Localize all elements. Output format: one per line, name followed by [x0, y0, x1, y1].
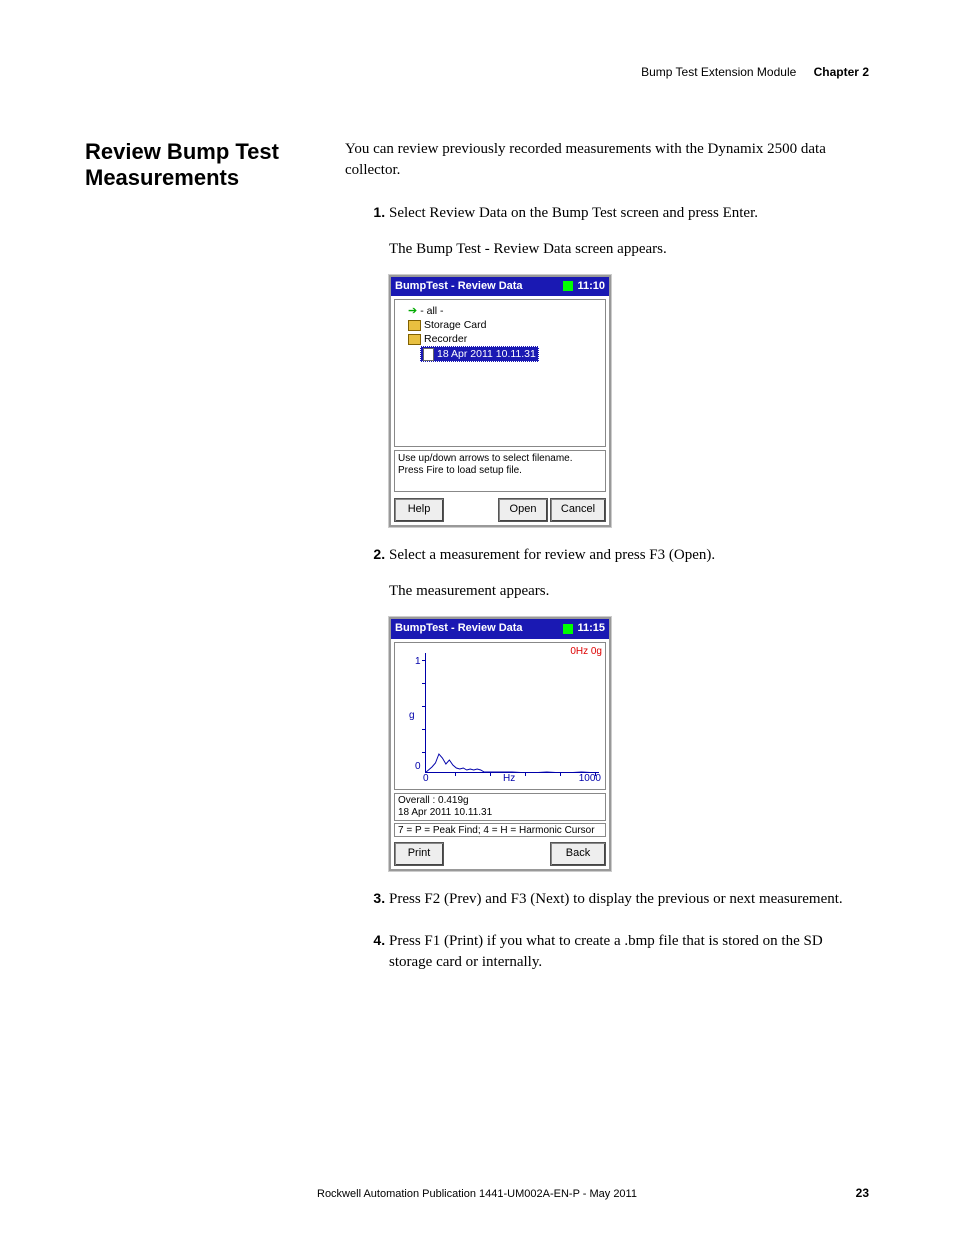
- device-screenshot-2: BumpTest - Review Data 11:15 0Hz 0g 1 g …: [389, 617, 611, 871]
- battery-icon: [563, 281, 573, 291]
- tree-recorder-label: Recorder: [424, 332, 467, 346]
- chapter-label: Chapter 2: [814, 65, 869, 79]
- cancel-button[interactable]: Cancel: [550, 498, 606, 522]
- module-name: Bump Test Extension Module: [641, 65, 796, 79]
- ytick-1: 1: [415, 655, 421, 670]
- open-button[interactable]: Open: [498, 498, 548, 522]
- device1-time: 11:10: [577, 279, 605, 295]
- device2-titlebar: BumpTest - Review Data 11:15: [391, 619, 609, 639]
- folder-icon: [408, 320, 421, 331]
- device1-buttons: Help Open Cancel: [391, 495, 609, 525]
- step-3-text: Press F2 (Prev) and F3 (Next) to display…: [389, 889, 869, 911]
- tree-file-selected[interactable]: 18 Apr 2011 10.11.31: [398, 346, 602, 365]
- device1-hint: Use up/down arrows to select filename. P…: [394, 450, 606, 492]
- step-1: Select Review Data on the Bump Test scre…: [389, 203, 869, 527]
- page-number: 23: [856, 1186, 869, 1200]
- tree-storage-label: Storage Card: [424, 318, 486, 332]
- spectrum-plot: 0Hz 0g 1 g 0: [394, 642, 606, 790]
- tree-storage[interactable]: Storage Card: [398, 318, 602, 332]
- xlabel-hz: Hz: [503, 772, 515, 787]
- device2-title: BumpTest - Review Data: [395, 621, 523, 637]
- device1-titlebar: BumpTest - Review Data 11:10: [391, 277, 609, 297]
- key-hint: 7 = P = Peak Find; 4 = H = Harmonic Curs…: [394, 823, 606, 837]
- hint-line-1: Use up/down arrows to select filename.: [398, 453, 602, 465]
- device-screenshot-1: BumpTest - Review Data 11:10 ➔ - all -: [389, 275, 611, 528]
- battery-icon: [563, 624, 573, 634]
- back-button[interactable]: Back: [550, 842, 606, 866]
- file-tree: ➔ - all - Storage Card Recorder: [394, 299, 606, 447]
- page-header: Bump Test Extension Module Chapter 2: [85, 65, 869, 79]
- xtick-1000: 1000: [579, 772, 601, 787]
- device1-title: BumpTest - Review Data: [395, 279, 523, 295]
- spectrum-line: [425, 647, 599, 773]
- tree-all[interactable]: ➔ - all -: [398, 304, 602, 318]
- overall-info: Overall : 0.419g 18 Apr 2011 10.11.31: [394, 793, 606, 821]
- help-button[interactable]: Help: [394, 498, 444, 522]
- tree-all-label: - all -: [420, 304, 443, 318]
- folder-icon: [408, 334, 421, 345]
- hint-line-2: Press Fire to load setup file.: [398, 465, 602, 477]
- ylabel-g: g: [409, 709, 415, 724]
- step-4-text: Press F1 (Print) if you what to create a…: [389, 931, 869, 975]
- step-3: Press F2 (Prev) and F3 (Next) to display…: [389, 889, 869, 911]
- file-icon: [423, 348, 434, 361]
- intro-text: You can review previously recorded measu…: [345, 139, 869, 181]
- section-title: Review Bump Test Measurements: [85, 139, 315, 986]
- step-2: Select a measurement for review and pres…: [389, 545, 869, 870]
- tree-file-label: 18 Apr 2011 10.11.31: [437, 347, 536, 361]
- arrow-icon: ➔: [408, 304, 417, 318]
- device2-time: 11:15: [577, 621, 605, 637]
- step-1-text: Select Review Data on the Bump Test scre…: [389, 205, 758, 221]
- step-2-text: Select a measurement for review and pres…: [389, 547, 715, 563]
- footer-publication: Rockwell Automation Publication 1441-UM0…: [0, 1188, 954, 1200]
- tree-recorder[interactable]: Recorder: [398, 332, 602, 346]
- measurement-timestamp: 18 Apr 2011 10.11.31: [398, 807, 602, 819]
- print-button[interactable]: Print: [394, 842, 444, 866]
- step-4: Press F1 (Print) if you what to create a…: [389, 931, 869, 975]
- xtick-0: 0: [423, 772, 429, 787]
- step-1-after: The Bump Test - Review Data screen appea…: [389, 239, 869, 261]
- overall-value: Overall : 0.419g: [398, 795, 602, 807]
- ytick-0: 0: [415, 760, 421, 775]
- device2-buttons: Print Back: [391, 839, 609, 869]
- step-2-after: The measurement appears.: [389, 581, 869, 603]
